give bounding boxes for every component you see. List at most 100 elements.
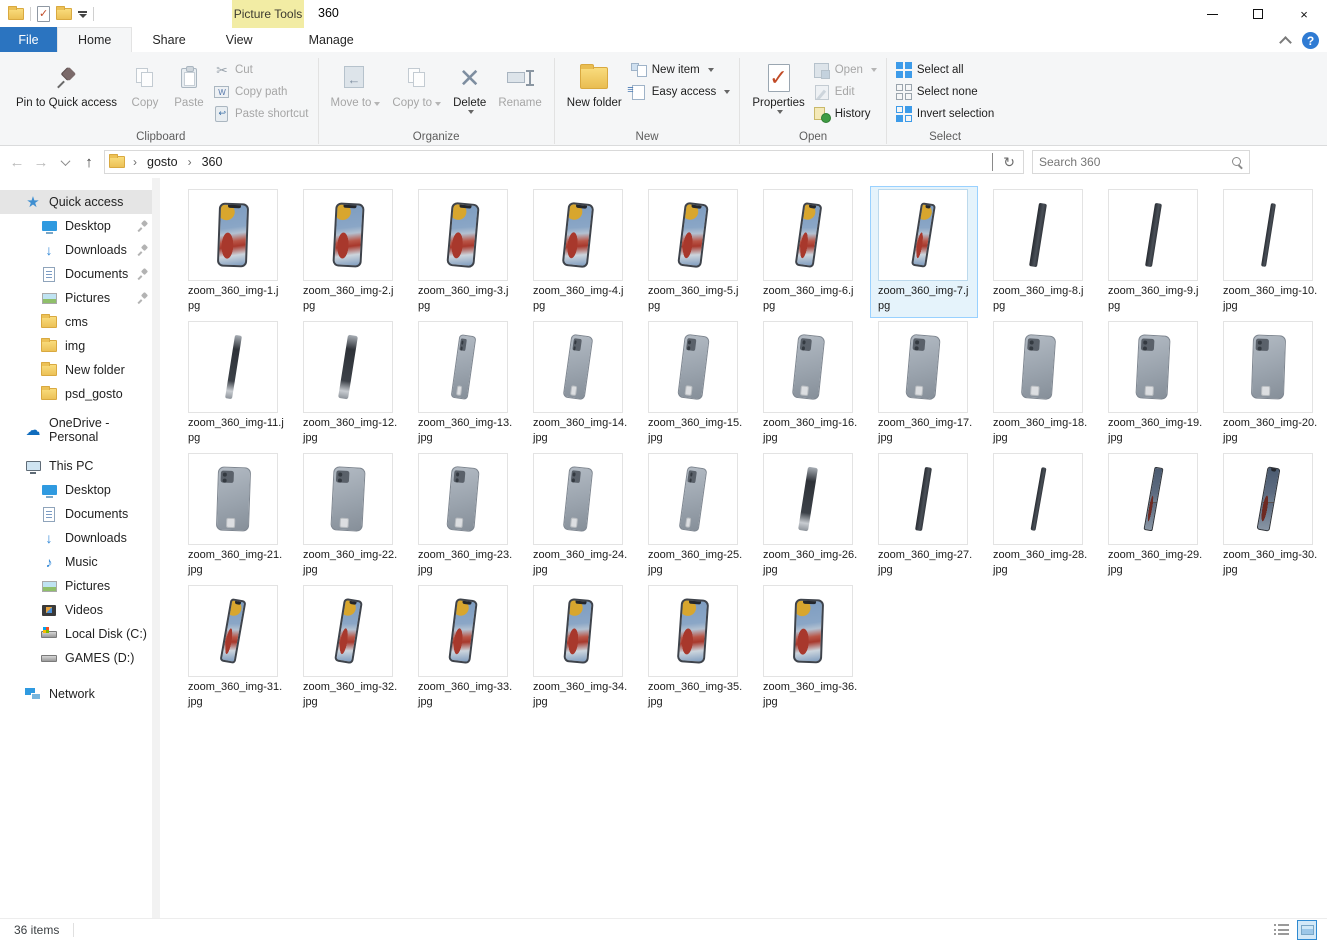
sidebar-item-pictures[interactable]: Pictures [0,574,160,598]
file-tile[interactable]: zoom_360_img-10.jpg [1215,186,1323,318]
file-list-area[interactable]: zoom_360_img-1.jpgzoom_360_img-2.jpgzoom… [160,178,1327,918]
search-input[interactable] [1039,155,1231,169]
history-button[interactable]: History [811,105,880,123]
sidebar-item-desktop[interactable]: Desktop [0,214,160,238]
large-icons-view-button[interactable] [1297,920,1317,940]
folder-icon[interactable] [56,8,72,20]
new-folder-button[interactable]: New folder [561,57,628,114]
file-tile[interactable]: zoom_360_img-17.jpg [870,318,978,450]
sidebar-item-pictures[interactable]: Pictures [0,286,160,310]
file-tile[interactable]: zoom_360_img-13.jpg [410,318,518,450]
address-dropdown-chevron-icon[interactable] [992,153,993,171]
pin-to-quick-access-button[interactable]: Pin to Quick access [10,57,123,114]
file-tile[interactable]: zoom_360_img-29.jpg [1100,450,1208,582]
file-tile[interactable]: zoom_360_img-35.jpg [640,582,748,714]
tab-view[interactable]: View [206,27,273,52]
file-tile[interactable]: zoom_360_img-19.jpg [1100,318,1208,450]
properties-button[interactable]: ✓ Properties [746,57,810,118]
file-tile[interactable]: zoom_360_img-8.jpg [985,186,1093,318]
move-to-button[interactable]: ← Move to [325,57,387,114]
file-tile[interactable]: zoom_360_img-36.jpg [755,582,863,714]
file-tile[interactable]: zoom_360_img-25.jpg [640,450,748,582]
file-tile[interactable]: zoom_360_img-33.jpg [410,582,518,714]
copy-to-button[interactable]: Copy to [386,57,447,114]
sidebar-item-img[interactable]: img [0,334,160,358]
sidebar-item-quick-access[interactable]: ★Quick access [0,190,160,214]
tab-file[interactable]: File [0,27,57,52]
file-tile[interactable]: zoom_360_img-5.jpg [640,186,748,318]
file-tile[interactable]: zoom_360_img-34.jpg [525,582,633,714]
rename-button[interactable]: Rename [492,57,547,114]
file-tile[interactable]: zoom_360_img-16.jpg [755,318,863,450]
paste-shortcut-button[interactable]: Paste shortcut [211,105,312,123]
breadcrumb-gosto[interactable]: gosto [145,155,180,169]
file-tile[interactable]: zoom_360_img-24.jpg [525,450,633,582]
customize-toolbar-chevron-icon[interactable] [78,11,87,18]
sidebar-item-downloads[interactable]: ↓Downloads [0,238,160,262]
file-tile[interactable]: zoom_360_img-26.jpg [755,450,863,582]
new-item-button[interactable]: New item [628,61,734,79]
back-icon[interactable]: ← [6,151,28,173]
file-tile[interactable]: zoom_360_img-2.jpg [295,186,403,318]
tab-home[interactable]: Home [57,27,132,52]
address-bar[interactable]: › gosto › 360 ↻ [104,150,1024,174]
file-tile[interactable]: zoom_360_img-9.jpg [1100,186,1208,318]
maximize-button[interactable] [1235,0,1281,28]
file-tile[interactable]: zoom_360_img-18.jpg [985,318,1093,450]
help-icon[interactable]: ? [1302,32,1319,49]
details-view-button[interactable] [1273,920,1293,940]
sidebar-item-documents[interactable]: Documents [0,262,160,286]
file-tile[interactable]: zoom_360_img-28.jpg [985,450,1093,582]
sidebar-item-new-folder[interactable]: New folder [0,358,160,382]
file-tile[interactable]: zoom_360_img-27.jpg [870,450,978,582]
sidebar-item-cms[interactable]: cms [0,310,160,334]
edit-button[interactable]: Edit [811,83,880,101]
sidebar-item-desktop[interactable]: Desktop [0,478,160,502]
tab-share[interactable]: Share [132,27,205,52]
file-tile[interactable]: zoom_360_img-15.jpg [640,318,748,450]
file-tile[interactable]: zoom_360_img-31.jpg [180,582,288,714]
forward-icon[interactable]: → [30,151,52,173]
file-tile[interactable]: zoom_360_img-14.jpg [525,318,633,450]
select-none-button[interactable]: Select none [893,83,997,101]
refresh-icon[interactable]: ↻ [1003,154,1015,171]
up-icon[interactable]: ↑ [78,151,100,173]
delete-button[interactable]: ✕ Delete [447,57,492,118]
file-tile[interactable]: zoom_360_img-4.jpg [525,186,633,318]
close-button[interactable]: × [1281,0,1327,28]
sidebar-item-network[interactable]: Network [0,682,160,706]
copy-button[interactable]: Copy [123,57,167,114]
file-tile[interactable]: zoom_360_img-7.jpg [870,186,978,318]
easy-access-button[interactable]: Easy access [628,83,734,101]
file-tile[interactable]: zoom_360_img-22.jpg [295,450,403,582]
properties-icon[interactable] [37,6,50,22]
sidebar-item-local-disk-c[interactable]: Local Disk (C:) [0,622,160,646]
file-tile[interactable]: zoom_360_img-21.jpg [180,450,288,582]
sidebar-item-documents[interactable]: Documents [0,502,160,526]
minimize-button[interactable] [1189,0,1235,28]
file-tile[interactable]: zoom_360_img-20.jpg [1215,318,1323,450]
file-tile[interactable]: zoom_360_img-6.jpg [755,186,863,318]
file-tile[interactable]: zoom_360_img-3.jpg [410,186,518,318]
sidebar-item-onedrive-personal[interactable]: ☁OneDrive - Personal [0,418,160,442]
file-tile[interactable]: zoom_360_img-12.jpg [295,318,403,450]
sidebar-item-this-pc[interactable]: This PC [0,454,160,478]
cut-button[interactable]: ✂ Cut [211,61,312,79]
paste-button[interactable]: Paste [167,57,211,114]
folder-icon[interactable] [8,8,24,20]
sidebar-item-videos[interactable]: Videos [0,598,160,622]
recent-locations-chevron-icon[interactable] [54,151,76,173]
invert-selection-button[interactable]: Invert selection [893,105,997,123]
sidebar-item-games-d[interactable]: GAMES (D:) [0,646,160,670]
minimize-ribbon-icon[interactable] [1279,36,1292,49]
sidebar-item-psd-gosto[interactable]: psd_gosto [0,382,160,406]
breadcrumb-360[interactable]: 360 [200,155,225,169]
file-tile[interactable]: zoom_360_img-30.jpg [1215,450,1323,582]
file-tile[interactable]: zoom_360_img-1.jpg [180,186,288,318]
tab-manage[interactable]: Manage [289,27,374,52]
file-tile[interactable]: zoom_360_img-23.jpg [410,450,518,582]
search-icon[interactable] [1231,156,1243,168]
file-tile[interactable]: zoom_360_img-32.jpg [295,582,403,714]
open-button[interactable]: Open [811,61,880,79]
sidebar-item-downloads[interactable]: ↓Downloads [0,526,160,550]
